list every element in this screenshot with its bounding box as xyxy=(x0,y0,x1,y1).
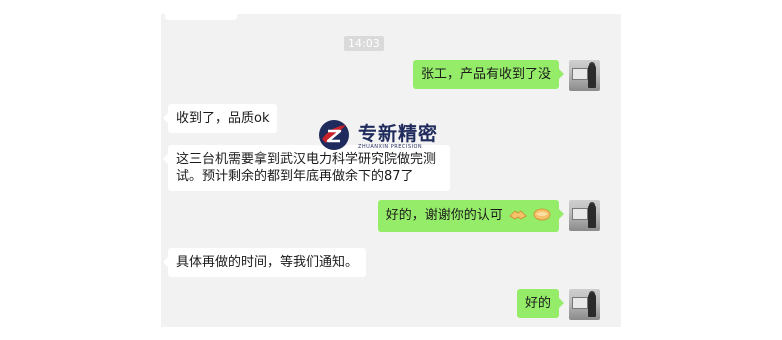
user-avatar[interactable] xyxy=(569,289,600,320)
avatar-figure xyxy=(588,64,596,88)
watermark-subtitle: ZHUANXIN PRECISION xyxy=(358,144,423,150)
message-bubble-outgoing[interactable]: 张工，产品有收到了没 xyxy=(412,60,565,89)
message-bubble-incoming[interactable]: 具体再做的时间，等我们通知。 xyxy=(162,248,367,277)
user-avatar[interactable] xyxy=(569,60,600,91)
message-text: 好的，谢谢你的认可 xyxy=(385,208,503,223)
company-logo-icon xyxy=(319,120,349,150)
handshake-icon xyxy=(509,210,527,220)
avatar-board xyxy=(572,68,588,80)
message-text: 收到了，品质ok xyxy=(176,111,270,126)
message-text: 好的 xyxy=(524,296,551,311)
company-watermark: 专新精密 ZHUANXIN PRECISION xyxy=(314,115,444,155)
message-text-line: 试。预计剩余的都到年底再做余下的87了 xyxy=(176,169,414,184)
avatar-figure xyxy=(588,293,596,317)
avatar-figure xyxy=(588,204,596,228)
message-bubble-outgoing[interactable]: 好的，谢谢你的认可 xyxy=(377,200,565,232)
user-avatar[interactable] xyxy=(569,200,600,231)
watermark-title: 专新精密 xyxy=(358,123,439,145)
message-text: 张工，产品有收到了没 xyxy=(420,67,551,82)
message-text: 具体再做的时间，等我们通知。 xyxy=(176,255,359,270)
chat-window: 14:03 张工，产品有收到了没 收到了，品质ok 这三台机需要拿到武汉电力科学… xyxy=(161,14,621,327)
handshake-icon xyxy=(533,208,551,221)
avatar-board xyxy=(572,297,588,309)
previous-message-edge xyxy=(165,14,237,20)
avatar-board xyxy=(572,208,588,220)
message-bubble-incoming[interactable]: 收到了，品质ok xyxy=(162,104,278,133)
message-bubble-outgoing[interactable]: 好的 xyxy=(516,289,565,318)
message-timestamp: 14:03 xyxy=(344,36,384,51)
